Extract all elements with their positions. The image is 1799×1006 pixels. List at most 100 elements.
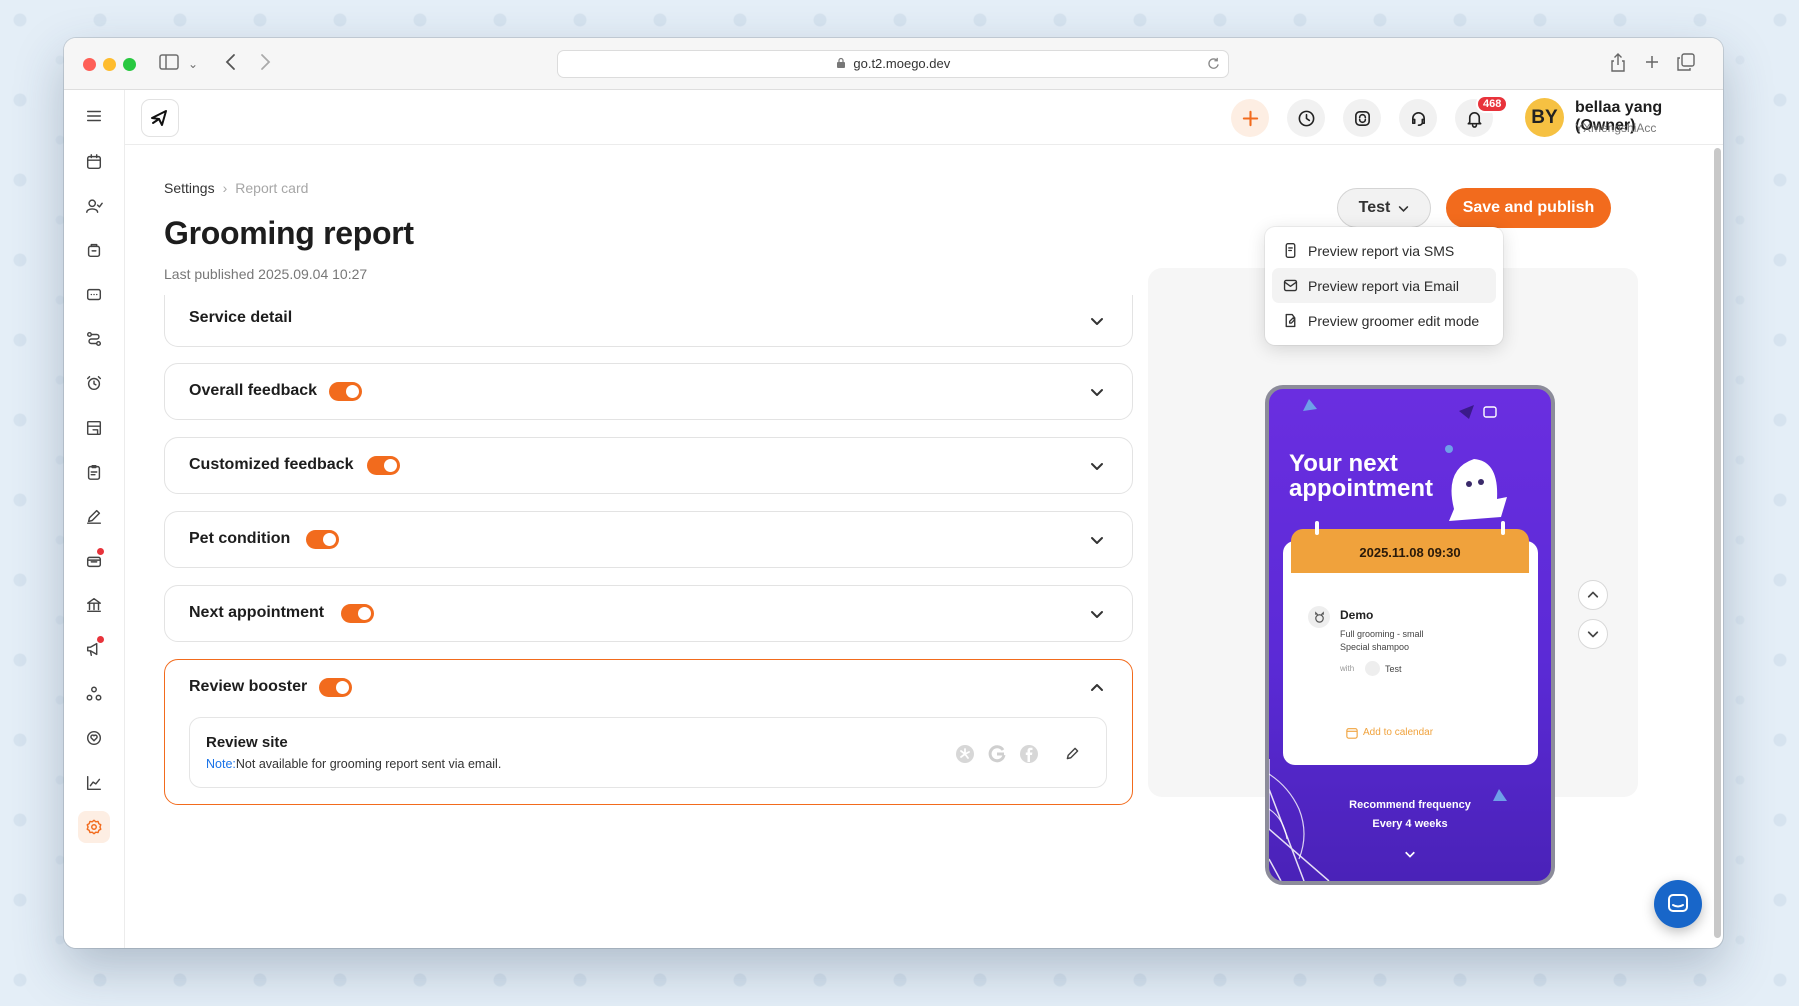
chevron-up-icon <box>1587 591 1599 598</box>
menu-item-preview-email[interactable]: Preview report via Email <box>1272 268 1496 303</box>
pet-avatar-icon <box>1308 606 1330 628</box>
menu-item-label: Preview report via SMS <box>1308 242 1455 259</box>
lock-icon <box>836 56 854 71</box>
breadcrumb: Settings › Report card <box>164 180 308 196</box>
maximize-window-button[interactable] <box>123 58 136 71</box>
pet-name: Demo <box>1340 608 1374 622</box>
message-icon[interactable] <box>78 279 110 311</box>
next-appointment-toggle[interactable] <box>341 604 374 623</box>
chevron-down-icon[interactable] <box>1090 607 1104 621</box>
alarm-icon[interactable] <box>78 367 110 399</box>
chevron-up-icon[interactable] <box>1090 681 1104 695</box>
edit-pencil-icon[interactable] <box>1064 745 1081 767</box>
menu-item-preview-groomer-edit[interactable]: Preview groomer edit mode <box>1272 303 1496 338</box>
scroll-up-button[interactable] <box>1578 580 1608 610</box>
tabs-overview-icon[interactable] <box>1677 53 1695 76</box>
route-icon[interactable] <box>78 323 110 355</box>
calendar-ring-icon <box>1501 521 1505 535</box>
section-overall-feedback[interactable]: Overall feedback <box>164 363 1133 420</box>
frequency-value: Every 4 weeks <box>1372 818 1448 830</box>
heart-shield-icon[interactable] <box>78 722 110 754</box>
section-customized-feedback[interactable]: Customized feedback <box>164 437 1133 494</box>
sidebar-toggle-icon[interactable] <box>159 53 179 76</box>
app-sidebar <box>64 90 125 948</box>
calendar-add-icon <box>1346 726 1358 744</box>
menu-item-preview-sms[interactable]: Preview report via SMS <box>1272 233 1496 268</box>
page-title: Grooming report <box>164 215 414 251</box>
review-site-title: Review site <box>206 734 288 751</box>
notification-dot <box>97 548 104 555</box>
chart-icon[interactable] <box>78 767 110 799</box>
breadcrumb-settings-link[interactable]: Settings <box>164 180 215 196</box>
sync-app-button[interactable] <box>1343 99 1381 137</box>
apps-icon[interactable] <box>78 678 110 710</box>
chat-support-button[interactable] <box>1654 880 1702 928</box>
section-title: Service detail <box>189 309 293 326</box>
support-headset-button[interactable] <box>1399 99 1437 137</box>
section-title: Review booster <box>189 678 308 695</box>
test-dropdown-menu: Preview report via SMS Preview report vi… <box>1265 227 1503 345</box>
save-and-publish-button[interactable]: Save and publish <box>1446 188 1611 228</box>
bag-icon[interactable] <box>78 234 110 266</box>
user-avatar[interactable]: BY <box>1525 98 1564 137</box>
forward-icon[interactable] <box>258 53 272 76</box>
reload-icon[interactable] <box>1207 51 1220 77</box>
url-text: go.t2.moego.dev <box>853 56 951 71</box>
section-next-appointment[interactable]: Next appointment <box>164 585 1133 642</box>
service-line-1: Full grooming - small <box>1340 629 1424 639</box>
google-icon <box>987 744 1007 769</box>
menu-icon[interactable] <box>78 100 110 132</box>
section-pet-condition[interactable]: Pet condition <box>164 511 1133 568</box>
notification-badge: 468 <box>1476 95 1509 113</box>
chevron-down-icon[interactable] <box>1090 533 1104 547</box>
bank-icon[interactable] <box>78 589 110 621</box>
section-service-detail[interactable]: Service detail <box>164 295 1133 347</box>
close-window-button[interactable] <box>83 58 96 71</box>
app-header: 468 BY bellaa yang (Owner) YXmengshiAcc <box>125 90 1723 145</box>
marketing-icon[interactable] <box>78 545 110 577</box>
pet-condition-toggle[interactable] <box>306 530 339 549</box>
back-icon[interactable] <box>224 53 238 76</box>
appointment-datetime: 2025.11.08 09:30 <box>1291 529 1529 573</box>
test-dropdown-button[interactable]: Test <box>1337 188 1431 228</box>
share-icon[interactable] <box>1610 53 1626 78</box>
note-label: Note: <box>206 757 236 771</box>
megaphone-icon[interactable] <box>78 633 110 665</box>
scroll-down-button[interactable] <box>1578 619 1608 649</box>
settings-icon[interactable] <box>78 811 110 843</box>
edit-document-icon <box>1285 313 1296 328</box>
chevron-down-icon[interactable] <box>1090 314 1104 328</box>
preview-heading-line-2: appointment <box>1289 475 1433 502</box>
overall-feedback-toggle[interactable] <box>329 382 362 401</box>
clients-icon[interactable] <box>78 190 110 222</box>
storefront-icon[interactable] <box>78 412 110 444</box>
chevron-down-icon[interactable]: ⌄ <box>188 53 198 75</box>
history-clock-button[interactable] <box>1287 99 1325 137</box>
add-to-calendar-link[interactable]: Add to calendar <box>1363 727 1433 738</box>
chevron-down-icon[interactable] <box>1090 385 1104 399</box>
notifications-button[interactable]: 468 <box>1455 95 1509 137</box>
chevron-down-icon[interactable] <box>1090 459 1104 473</box>
review-booster-toggle[interactable] <box>319 678 352 697</box>
with-label: with <box>1340 664 1355 673</box>
customized-feedback-toggle[interactable] <box>367 456 400 475</box>
pen-icon[interactable] <box>78 500 110 532</box>
preview-heading-line-1: Your next <box>1289 450 1398 477</box>
section-review-booster[interactable]: Review booster Review site Note:Not avai… <box>164 659 1133 805</box>
phone-message-icon <box>1285 243 1296 258</box>
address-bar[interactable]: go.t2.moego.dev <box>557 50 1229 78</box>
test-label: Test <box>1358 199 1391 216</box>
page-scrollbar[interactable] <box>1714 148 1721 938</box>
chevron-down-icon <box>1587 631 1599 638</box>
app-logo[interactable] <box>141 99 179 137</box>
minimize-window-button[interactable] <box>103 58 116 71</box>
new-tab-icon[interactable] <box>1644 53 1660 75</box>
preview-heading: Your next appointment <box>1289 451 1433 501</box>
review-site-note: Note:Not available for grooming report s… <box>206 757 501 771</box>
notification-dot <box>97 636 104 643</box>
calendar-icon[interactable] <box>78 146 110 178</box>
clipboard-icon[interactable] <box>78 456 110 488</box>
quick-add-button[interactable] <box>1231 99 1269 137</box>
section-title: Overall feedback <box>189 382 318 399</box>
browser-toolbar: ⌄ go.t2.moego.dev <box>64 38 1723 90</box>
